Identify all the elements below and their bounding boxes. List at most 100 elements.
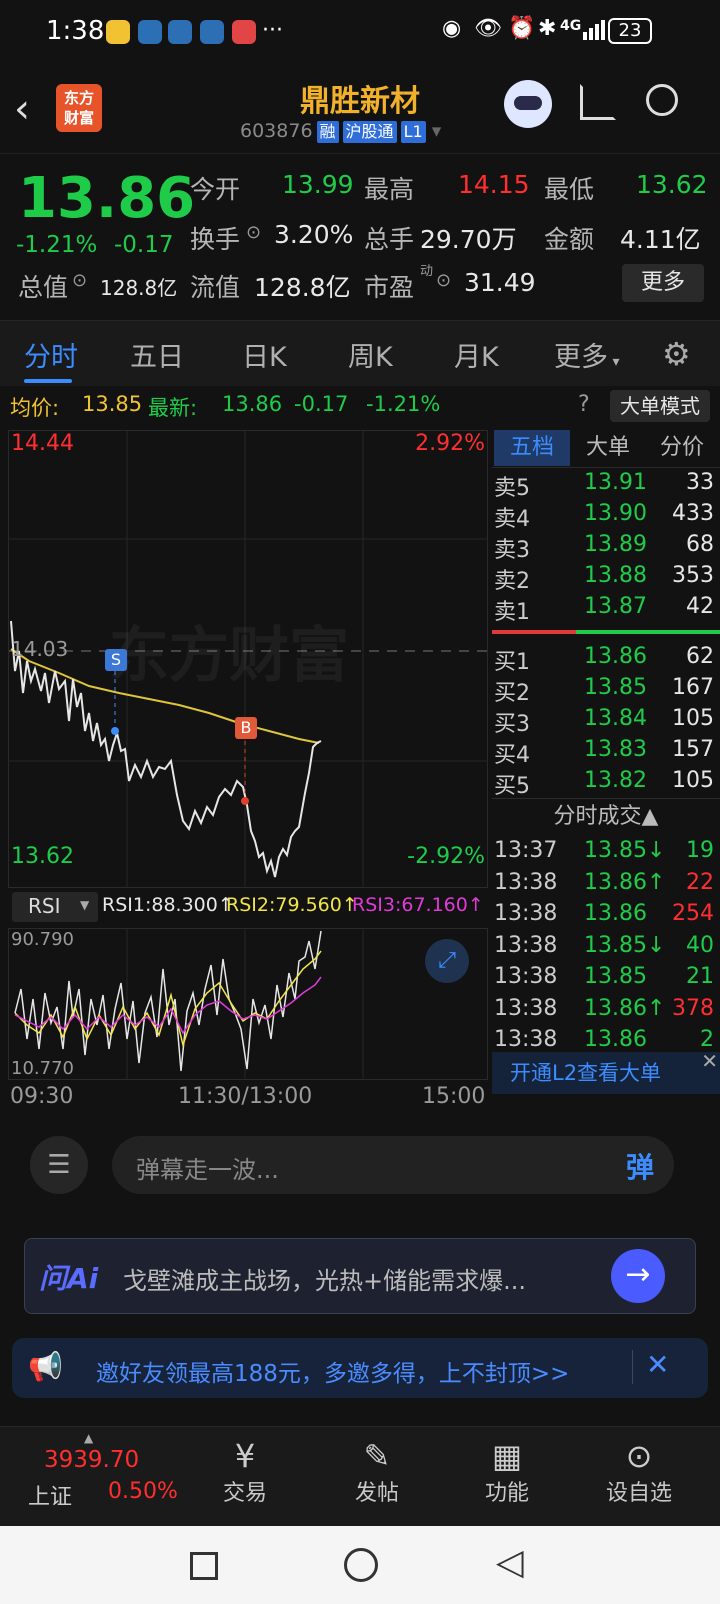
rsi1-line: [14, 930, 322, 1072]
amount-label: 金额: [544, 225, 595, 254]
ai-send-icon[interactable]: →: [611, 1249, 665, 1303]
rsi-svg: [14, 929, 364, 1079]
ask-price: 13.91: [584, 470, 647, 495]
home-icon[interactable]: [344, 1548, 378, 1582]
danmu-placeholder: 弹幕走一波...: [136, 1156, 279, 1184]
tab-five-levels[interactable]: 五档: [494, 430, 570, 466]
trade-row: 13:37 13.85↓ 19: [492, 838, 720, 870]
rsi-header: RSI ▼ RSI1:88.300↑ RSI2:79.560↑ RSI3:67.…: [8, 888, 488, 928]
megaphone-icon: 📢: [28, 1350, 63, 1383]
ask-level: 卖3: [494, 538, 530, 563]
info-icon[interactable]: ⊙: [436, 270, 451, 291]
close-icon[interactable]: ✕: [646, 1348, 669, 1381]
open-value: 13.99: [282, 170, 354, 199]
trades-title[interactable]: 分时成交▲: [492, 798, 720, 834]
search-icon[interactable]: [646, 84, 678, 116]
trade-row: 13:38 13.86 254: [492, 901, 720, 933]
tab-intraday[interactable]: 分时: [24, 335, 78, 374]
indicator-select-label: RSI: [28, 894, 61, 918]
expand-icon[interactable]: ⤢: [425, 939, 469, 983]
nav-trade[interactable]: ¥ 交易: [200, 1437, 290, 1507]
trade-row: 13:38 13.86 2: [492, 1027, 720, 1059]
ai-question-box[interactable]: 问Ai 戈壁滩成主战场，光热+储能需求爆... →: [24, 1238, 696, 1314]
rsi1-value: RSI1:88.300↑: [102, 894, 234, 916]
bluetooth-icon: ✱: [538, 16, 557, 41]
nav-post-label: 发帖: [354, 1481, 399, 1506]
big-order-mode-button[interactable]: 大单模式: [610, 390, 710, 422]
index-pct: 0.50%: [108, 1479, 178, 1504]
trade-volume: 378: [672, 995, 714, 1021]
share-icon[interactable]: [580, 84, 616, 120]
volume-label: 总手: [364, 225, 415, 254]
chart-tabs: 分时 五日 日K 周K 月K 更多 ▾ ⚙: [0, 320, 720, 386]
quote-panel: 13.86 -1.21% -0.17 总值 ⊙ 128.8亿 今开 13.99 …: [0, 154, 720, 320]
robot-assistant-icon[interactable]: [504, 80, 552, 128]
settings-gear-icon[interactable]: ⚙: [662, 335, 691, 373]
trade-time: 13:38: [494, 1027, 558, 1052]
info-icon[interactable]: ⊙: [72, 270, 87, 291]
trade-row: 13:38 13.86↑ 378: [492, 996, 720, 1028]
index-name: 上证: [28, 1485, 73, 1510]
danmu-bar: ☰ 弹幕走一波... 弹: [0, 1120, 720, 1212]
eye-icon: 👁: [474, 16, 502, 41]
index-value[interactable]: 3939.70: [44, 1447, 139, 1473]
pe-value: 31.49: [464, 268, 536, 297]
invite-promo-bar[interactable]: 📢 邀好友领最高188元，多邀多得，上不封顶>> ✕: [12, 1338, 708, 1398]
status-bar: 1:38 ··· ◉ 👁 ⏰ ✱ 4G 23: [0, 0, 720, 66]
rsi2-value: RSI2:79.560↑: [226, 894, 358, 916]
tab-big-orders[interactable]: 大单: [572, 430, 644, 466]
ask-row: 卖5 13.91 33: [492, 470, 720, 502]
danmu-toggle-icon[interactable]: 弹: [626, 1146, 654, 1186]
battery-icon: 23: [608, 18, 652, 44]
tab-more[interactable]: 更多 ▾: [554, 335, 619, 374]
turnover-value: 3.20%: [274, 220, 354, 249]
ask-volume: 33: [686, 470, 714, 495]
tab-weekly-k[interactable]: 周K: [348, 335, 393, 374]
latest-pct: -1.21%: [366, 392, 441, 416]
tab-monthly-k[interactable]: 月K: [454, 335, 499, 374]
back-icon[interactable]: ◁: [496, 1542, 524, 1583]
bid-volume: 62: [686, 644, 714, 669]
time-label-midday: 11:30/13:00: [178, 1084, 313, 1109]
rsi-chart[interactable]: 90.790 10.770 ⤢: [8, 928, 488, 1080]
bid-price: 13.85: [584, 675, 647, 700]
tab-daily-k[interactable]: 日K: [242, 335, 287, 374]
nav-add-watchlist[interactable]: ⊙ 设自选: [594, 1437, 684, 1507]
app-notification-icon: [200, 20, 224, 44]
turnover-label: 换手: [190, 225, 241, 254]
buy-marker[interactable]: B: [235, 717, 257, 739]
sell-marker[interactable]: S: [105, 649, 127, 671]
more-button[interactable]: 更多: [622, 264, 704, 302]
high-label: 最高: [364, 175, 415, 204]
recent-apps-icon[interactable]: [190, 1552, 218, 1580]
trade-volume: 254: [672, 901, 714, 926]
avg-value: 13.85: [82, 392, 143, 416]
danmu-settings-icon[interactable]: ☰: [30, 1136, 88, 1194]
ask-volume: 433: [672, 501, 714, 526]
info-icon[interactable]: ⊙: [246, 222, 261, 243]
buy-marker-dot: [241, 797, 249, 805]
indicator-select[interactable]: RSI ▼: [12, 892, 98, 922]
amount-value: 4.11亿: [620, 225, 701, 254]
divider: [632, 1350, 633, 1384]
nav-functions[interactable]: ▦ 功能: [462, 1437, 552, 1507]
trade-volume: 22: [686, 869, 714, 895]
trade-price: 13.85↓: [584, 838, 666, 863]
promo-text: 邀好友领最高188元，多邀多得，上不封顶>>: [96, 1361, 570, 1387]
nav-post[interactable]: ✎ 发帖: [332, 1437, 422, 1507]
help-icon[interactable]: ?: [578, 392, 590, 417]
hk-connect-tag: 沪股通: [342, 121, 397, 143]
ask-row: 卖1 13.87 42: [492, 594, 720, 626]
tab-price-dist[interactable]: 分价: [644, 430, 720, 466]
stock-code: 603876: [240, 120, 313, 142]
danmu-input[interactable]: 弹幕走一波... 弹: [112, 1136, 674, 1194]
pe-label: 市盈: [364, 273, 415, 302]
volume-value: 29.70万: [420, 225, 517, 254]
trade-volume: 19: [686, 838, 714, 863]
bottom-pct: -2.92%: [407, 844, 485, 869]
intraday-chart[interactable]: 东方财富 14.44 2.92% 14.03 13.62 -2.92% S B: [8, 430, 488, 888]
stock-subline: 603876 融沪股通 L1 ▾: [240, 120, 442, 143]
bid-level: 买5: [494, 774, 530, 799]
tab-five-day[interactable]: 五日: [130, 335, 184, 374]
trade-row: 13:38 13.85↓ 40: [492, 933, 720, 965]
